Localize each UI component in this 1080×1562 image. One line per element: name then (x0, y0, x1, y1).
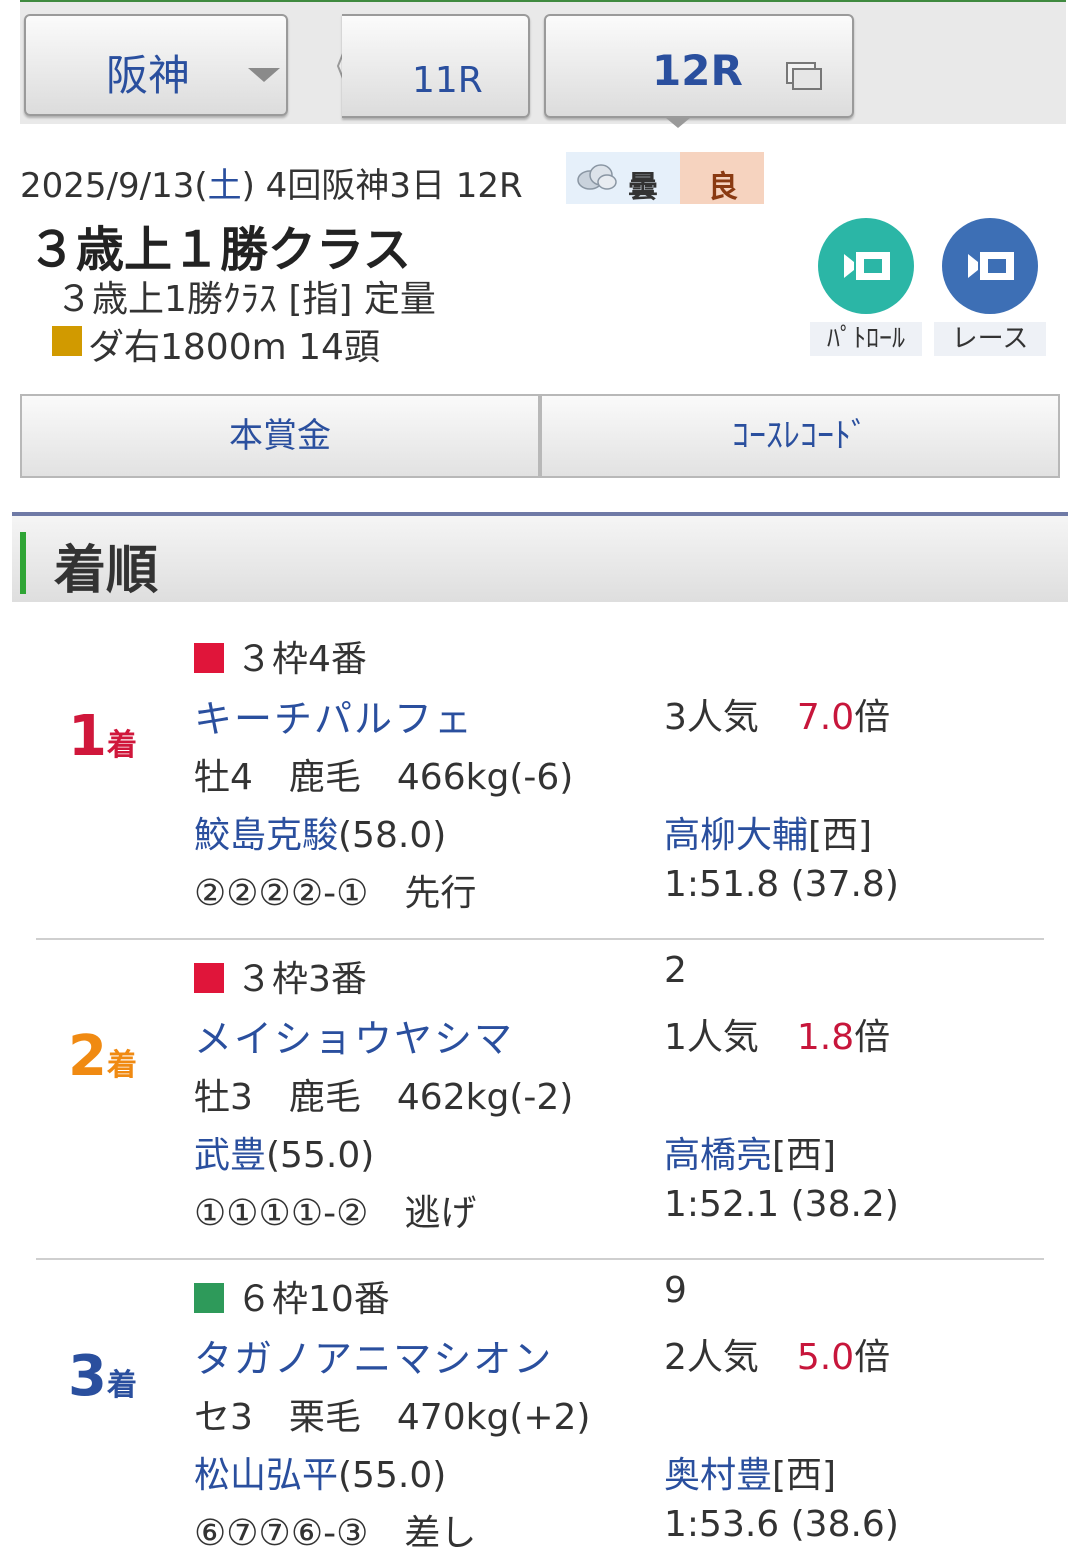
finish-time: 1:53.6 (38.6) (664, 1504, 899, 1545)
horse-name-link[interactable]: タガノアニマシオン (194, 1328, 553, 1383)
rank-suffix: 着 (106, 1368, 137, 1403)
rank-number: 2 (68, 1024, 107, 1089)
cloud-icon (577, 164, 617, 190)
trainer-region: [西] (808, 815, 873, 856)
jockey-weight: (55.0) (338, 1455, 447, 1496)
odds-unit: 倍 (854, 1337, 891, 1378)
race-list-icon (786, 62, 822, 90)
horse-info: 牡3 鹿毛 462kg(-2) (194, 1077, 574, 1118)
course-record-tab[interactable]: ｺｰｽﾚｺｰﾄﾞ (540, 394, 1060, 478)
current-race-button[interactable]: 12R (544, 14, 854, 118)
gate-color-square (194, 963, 224, 993)
finish-margin: 2 (664, 950, 687, 991)
race-conditions: ３歳上1勝ｸﾗｽ [指] 定量 (56, 279, 436, 320)
video-camera-icon (968, 252, 1014, 280)
horse-info: セ3 栗毛 470kg(+2) (194, 1397, 591, 1438)
odds: 7.0 (796, 697, 855, 738)
result-row: 1着 ３枠4番 キーチパルフェ 牡4 鹿毛 466kg(-6) 鮫島克駿(58.… (36, 620, 1044, 940)
jockey-name-link[interactable]: 武豊 (194, 1135, 266, 1176)
rank-suffix: 着 (106, 1048, 137, 1083)
weekday: 土 (207, 166, 242, 206)
trainer: 高柳大輔[西] (664, 806, 872, 858)
course-type-marker (52, 326, 82, 356)
popularity-odds: 2人気 5.0倍 (664, 1328, 890, 1380)
rank-number: 1 (68, 704, 107, 769)
finish-time: 1:51.8 (37.8) (664, 864, 899, 905)
prev-race-label: 11R (412, 60, 483, 101)
section-title: 着順 (54, 541, 159, 601)
venue-select[interactable]: 阪神 (24, 14, 288, 116)
gate-number: ３枠4番 (194, 630, 367, 682)
trainer-name-link[interactable]: 高柳大輔 (664, 815, 808, 856)
trainer: 奥村豊[西] (664, 1446, 836, 1498)
horse-name-link[interactable]: メイショウヤシマ (194, 1008, 514, 1063)
horse-name-link[interactable]: キーチパルフェ (194, 688, 474, 743)
race-video-button[interactable] (942, 218, 1038, 314)
popularity-odds: 1人気 1.8倍 (664, 1008, 890, 1060)
weather-label: 曇 (628, 170, 658, 205)
horse-info: 牡4 鹿毛 466kg(-6) (194, 757, 574, 798)
result-row: 3着 ６枠10番 タガノアニマシオン セ3 栗毛 470kg(+2) 松山弘平(… (36, 1260, 1044, 1562)
race-video-label[interactable]: レース (934, 322, 1046, 356)
popularity-odds: 3人気 7.0倍 (664, 688, 890, 740)
jockey-name-link[interactable]: 鮫島克駿 (194, 815, 338, 856)
trainer-name-link[interactable]: 奥村豊 (664, 1455, 772, 1496)
result-row: 2着 ３枠3番 メイショウヤシマ 牡3 鹿毛 462kg(-2) 武豊(55.0… (36, 940, 1044, 1260)
gate-color-square (194, 1283, 224, 1313)
gate-number: ３枠3番 (194, 950, 367, 1002)
gate-color-square (194, 643, 224, 673)
jockey: 武豊(55.0) (194, 1126, 374, 1178)
odds: 5.0 (796, 1337, 855, 1378)
race-course: ダ右1800m 14頭 (88, 327, 380, 368)
section-accent-bar (20, 532, 26, 594)
trainer-region: [西] (772, 1455, 837, 1496)
jockey-name-link[interactable]: 松山弘平 (194, 1455, 338, 1496)
venue-label: 阪神 (106, 51, 191, 100)
track-condition-label: 良 (708, 170, 738, 205)
patrol-video-button[interactable] (818, 218, 914, 314)
race-date-line: 2025/9/13(土) 4回阪神3日 12R (20, 166, 523, 206)
prev-race-button[interactable]: 11R (342, 14, 530, 118)
finish-margin: 9 (664, 1270, 687, 1311)
finish-rank: 3着 (68, 1344, 137, 1409)
race-nav-bar: 阪神 11R 12R (20, 0, 1066, 124)
results-section-header: 着順 (12, 512, 1068, 602)
odds-unit: 倍 (854, 1017, 891, 1058)
rank-suffix: 着 (106, 728, 137, 763)
gate-number: ６枠10番 (194, 1270, 390, 1322)
finish-time: 1:52.1 (38.2) (664, 1184, 899, 1225)
rank-number: 3 (68, 1344, 107, 1409)
finish-rank: 2着 (68, 1024, 137, 1089)
prize-money-tab[interactable]: 本賞金 (20, 394, 540, 478)
finish-rank: 1着 (68, 704, 137, 769)
jockey: 鮫島克駿(58.0) (194, 806, 446, 858)
odds: 1.8 (796, 1017, 855, 1058)
trainer: 高橋亮[西] (664, 1126, 836, 1178)
popularity: 3人気 (664, 697, 759, 738)
patrol-video-label[interactable]: ﾊﾟﾄﾛｰﾙ (810, 322, 922, 356)
trainer-name-link[interactable]: 高橋亮 (664, 1135, 772, 1176)
corner-positions: ⑥⑦⑦⑥-③ 差し (194, 1513, 477, 1554)
odds-unit: 倍 (854, 697, 891, 738)
trainer-region: [西] (772, 1135, 837, 1176)
jockey: 松山弘平(55.0) (194, 1446, 446, 1498)
track-condition-badge: 良 (680, 152, 764, 205)
jockey-weight: (58.0) (338, 815, 447, 856)
video-camera-icon (844, 252, 890, 280)
corner-positions: ①①①①-② 逃げ (194, 1193, 477, 1234)
weather-badge: 曇 (566, 152, 680, 205)
popularity: 2人気 (664, 1337, 759, 1378)
current-race-label: 12R (652, 46, 743, 95)
current-race-pointer (666, 118, 690, 128)
jockey-weight: (55.0) (266, 1135, 375, 1176)
popularity: 1人気 (664, 1017, 759, 1058)
corner-positions: ②②②②-① 先行 (194, 873, 477, 914)
chevron-down-icon (248, 68, 280, 82)
